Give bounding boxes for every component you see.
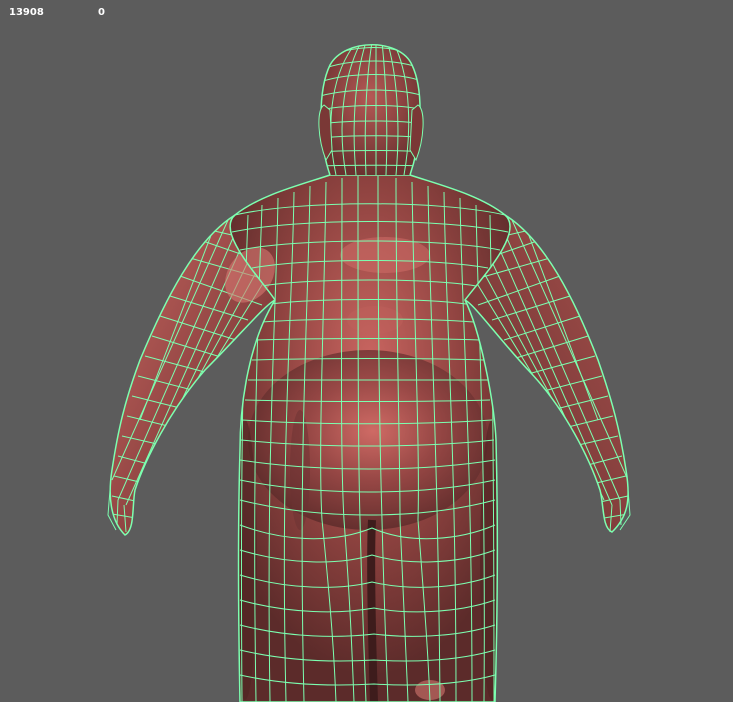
head (318, 44, 424, 176)
3d-viewport[interactable]: 13908 0 (0, 0, 733, 702)
character-mesh[interactable] (0, 0, 733, 702)
torso (225, 174, 511, 702)
